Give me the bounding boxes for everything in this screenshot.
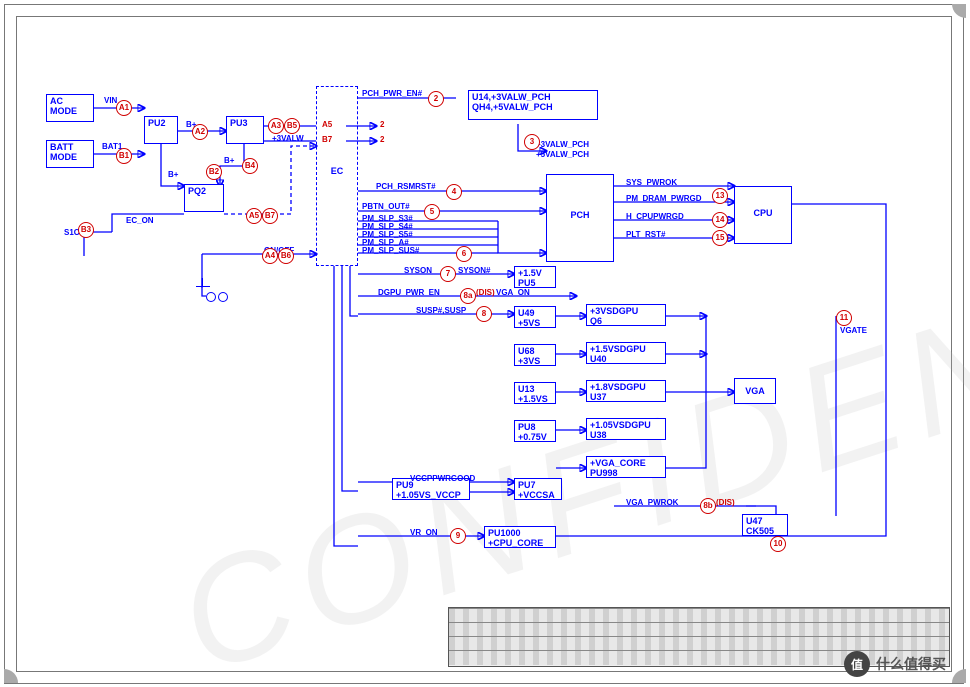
sig-dgpu: DGPU_PWR_EN [378,288,440,297]
block-pu5: +1.5VPU5 [514,266,556,288]
bubble-8: 8 [476,306,492,322]
block-u13: U13+1.5VS [514,382,556,404]
sig-vccpg: VCCPPWRGOOD [410,474,475,483]
block-u14: U14,+3VALW_PCHQH4,+5VALW_PCH [468,90,598,120]
bubble-13: 13 [712,188,728,204]
sig-vin: VIN [104,96,117,105]
sig-ec-on: EC_ON [126,216,154,225]
sig-pchpwren: PCH_PWR_EN# [362,89,422,98]
block-pu2: PU2 [144,116,178,144]
sig-syspwrok: SYS_PWROK [626,178,677,187]
bubble-a2: A2 [192,124,208,140]
test-pad-1 [206,292,216,302]
sig-vgaon: VGA_ON [496,288,530,297]
sig-dis1: (DIS) [476,288,495,297]
block-pq2: PQ2 [184,184,224,212]
block-q6: +3VSDGPUQ6 [586,304,666,326]
sig-pltrst: PLT_RST# [626,230,665,239]
bubble-a3: A3 [268,118,284,134]
sig-slpsus: PM_SLP_SUS# [362,246,419,255]
test-pad-2 [218,292,228,302]
bubble-15: 15 [712,230,728,246]
bubble-4: 4 [446,184,462,200]
bubble-9: 9 [450,528,466,544]
sig-bplus3: B+ [168,170,178,179]
block-ac-mode: ACMODE [46,94,94,122]
bubble-b7: B7 [262,208,278,224]
sig-bplus2: B+ [224,156,234,165]
sig-pchrsmrst: PCH_RSMRST# [376,182,436,191]
block-pu7: PU7+VCCSA [514,478,562,500]
sig-hcpupwrgd: H_CPUPWRGD [626,212,684,221]
bubble-5: 5 [424,204,440,220]
bubble-a1: A1 [116,100,132,116]
sig-syson2: SYSON# [458,266,490,275]
block-u37: +1.8VSDGPUU37 [586,380,666,402]
bubble-8b: 8b [700,498,716,514]
sig-vgapwrok: VGA_PWROK [626,498,678,507]
block-pu3: PU3 [226,116,264,144]
sig-pbtn: PBTN_OUT# [362,202,410,211]
block-pu8: PU8+0.75V [514,420,556,442]
bubble-b6: B6 [278,248,294,264]
footer-badge-icon: 值 [844,651,870,677]
block-pch: PCH [546,174,614,262]
block-pu998: +VGA_COREPU998 [586,456,666,478]
sig-syson1: SYSON [404,266,432,275]
sig-a5r: 2 [380,120,384,129]
ground-icon [193,278,213,292]
block-cpu: CPU [734,186,792,244]
block-pu1000: PU1000+CPU_CORE [484,526,556,548]
block-u38: +1.05VSDGPUU38 [586,418,666,440]
sig-vron: VR_ON [410,528,438,537]
sig-a5: A5 [322,120,332,129]
block-u40: +1.5VSDGPUU40 [586,342,666,364]
bubble-b2: B2 [206,164,222,180]
bubble-a5: A5 [246,208,262,224]
bubble-a4: A4 [262,248,278,264]
sig-b7r: 2 [380,135,384,144]
block-vga: VGA [734,378,776,404]
block-batt-mode: BATTMODE [46,140,94,168]
sig-3valw: +3VALW [272,134,304,143]
block-u49: U49+5VS [514,306,556,328]
sig-3valwpch: +3VALW_PCH [536,140,589,149]
footer-text: 什么值得买 [876,654,946,674]
block-u47: U47CK505 [742,514,788,536]
bubble-b4: B4 [242,158,258,174]
bubble-6: 6 [456,246,472,262]
bubble-2: 2 [428,91,444,107]
bubble-7: 7 [440,266,456,282]
bubble-14: 14 [712,212,728,228]
sig-dis2: (DIS) [716,498,735,507]
bubble-b1: B1 [116,148,132,164]
bubble-b3: B3 [78,222,94,238]
bubble-10: 10 [770,536,786,552]
sig-vgate: VGATE [840,326,867,335]
bubble-8a: 8a [460,288,476,304]
block-u68: U68+3VS [514,344,556,366]
sig-susp: SUSP#,SUSP [416,306,466,315]
block-ec: EC [316,86,358,266]
sig-b7: B7 [322,135,332,144]
bubble-11: 11 [836,310,852,326]
bubble-b5: B5 [284,118,300,134]
sig-5valwpch: +5VALW_PCH [536,150,589,159]
footer-logo: 值 什么值得买 [844,651,946,677]
sig-pmdram: PM_DRAM_PWRGD [626,194,702,203]
schematic-drawing: CONFIDENTIAL ACMODE BATTMODE PU2 PU3 PQ2… [16,16,950,670]
bubble-3: 3 [524,134,540,150]
